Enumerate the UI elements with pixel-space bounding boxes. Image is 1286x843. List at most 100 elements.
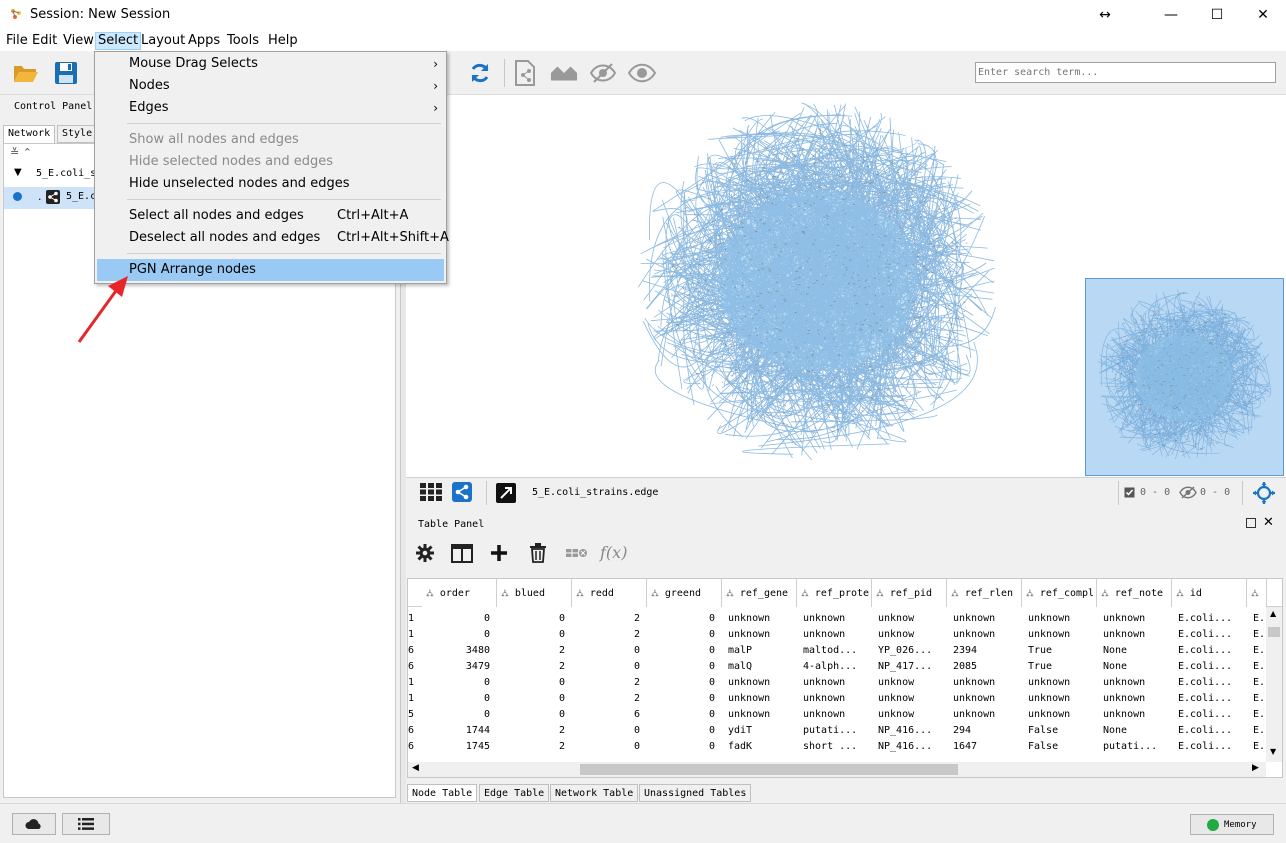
table-cell[interactable]: putati... <box>1103 739 1175 755</box>
menu-help[interactable]: Help <box>266 32 300 50</box>
table-cell[interactable]: 2 <box>497 659 565 675</box>
table-cell[interactable]: 1 <box>408 611 416 627</box>
table-cell[interactable]: NP_416... <box>878 723 950 739</box>
menu-item-select-all[interactable]: Select all nodes and edges Ctrl+Alt+A <box>97 205 444 227</box>
table-cell[interactable]: E. <box>1253 739 1267 755</box>
table-cell[interactable]: 0 <box>647 627 715 643</box>
table-cell[interactable]: 1 <box>408 691 416 707</box>
table-cell[interactable]: 2 <box>497 723 565 739</box>
table-cell[interactable]: unknow <box>878 611 950 627</box>
table-cell[interactable]: unknown <box>1028 627 1100 643</box>
table-cell[interactable]: 2394 <box>953 643 1025 659</box>
table-cell[interactable]: 0 <box>572 643 640 659</box>
close-button[interactable]: ✕ <box>1240 0 1286 30</box>
table-cell[interactable]: NP_417... <box>878 659 950 675</box>
table-cell[interactable]: False <box>1028 739 1100 755</box>
delete-trash-icon[interactable] <box>529 543 547 563</box>
fit-content-icon[interactable] <box>1253 482 1275 504</box>
gear-icon[interactable] <box>416 544 434 562</box>
table-cell[interactable]: 0 <box>647 643 715 659</box>
table-cell[interactable]: 0 <box>647 675 715 691</box>
table-cell[interactable]: fadK <box>728 739 800 755</box>
table-cell[interactable]: None <box>1103 659 1175 675</box>
table-cell[interactable]: E. <box>1253 675 1267 691</box>
table-cell[interactable]: unknown <box>803 611 875 627</box>
table-row[interactable]: 6 3479 2 0 0 malQ 4-alph... NP_417... 2085 True No… <box>408 659 1268 675</box>
search-input[interactable] <box>975 62 1276 83</box>
table-row[interactable]: 1 0 0 2 0 unknown unknown unknow unknown unknown u… <box>408 627 1268 643</box>
task-list-button[interactable] <box>62 813 110 835</box>
menu-item-hide-unselected[interactable]: Hide unselected nodes and edges <box>97 173 444 195</box>
table-cell[interactable]: 6 <box>408 659 416 675</box>
menu-edit[interactable]: Edit <box>30 32 59 50</box>
tab-node-table[interactable]: Node Table <box>407 784 478 802</box>
column-header[interactable]: ⛼ blued <box>497 579 572 607</box>
table-cell[interactable]: E.coli... <box>1178 675 1250 691</box>
table-cell[interactable]: unknow <box>878 707 950 723</box>
table-cell[interactable]: 2 <box>572 627 640 643</box>
table-cell[interactable]: 6 <box>408 739 416 755</box>
table-cell[interactable]: malP <box>728 643 800 659</box>
table-cell[interactable]: 0 <box>497 675 565 691</box>
column-header[interactable]: ⛼ ref_prote <box>797 579 872 607</box>
table-cell[interactable]: E. <box>1253 611 1267 627</box>
menu-select[interactable]: Select <box>95 32 142 50</box>
table-cell[interactable]: 0 <box>497 707 565 723</box>
menu-item-hide-selected[interactable]: Hide selected nodes and edges <box>97 151 444 173</box>
table-cell[interactable]: unknow <box>878 691 950 707</box>
table-cell[interactable]: 0 <box>572 739 640 755</box>
table-cell[interactable]: E.coli... <box>1178 659 1250 675</box>
table-cell[interactable]: 2 <box>497 643 565 659</box>
table-cell[interactable]: unknown <box>953 675 1025 691</box>
column-header[interactable]: ⛼ order <box>422 579 497 607</box>
table-cell[interactable]: short ... <box>803 739 875 755</box>
tab-edge-table[interactable]: Edge Table <box>479 784 550 802</box>
table-cell[interactable]: E. <box>1253 659 1267 675</box>
tab-network-table[interactable]: Network Table <box>550 784 639 802</box>
table-cell[interactable]: 0 <box>572 659 640 675</box>
table-row[interactable]: 1 0 0 2 0 unknown unknown unknow unknown unknown u… <box>408 691 1268 707</box>
table-cell[interactable]: unknown <box>1103 707 1175 723</box>
table-cell[interactable]: 3479 <box>422 659 490 675</box>
horizontal-scroll-thumb[interactable] <box>580 764 958 775</box>
table-cell[interactable]: 1744 <box>422 723 490 739</box>
table-cell[interactable]: 1 <box>408 627 416 643</box>
table-cell[interactable]: unknown <box>1028 611 1100 627</box>
menu-item-mouse-drag-selects[interactable]: Mouse Drag Selects › <box>97 53 444 75</box>
table-cell[interactable]: E. <box>1253 691 1267 707</box>
table-cell[interactable]: unknown <box>803 691 875 707</box>
table-cell[interactable]: unknow <box>878 627 950 643</box>
table-cell[interactable]: E.coli... <box>1178 627 1250 643</box>
new-network-from-selection-button[interactable] <box>511 59 539 87</box>
table-cell[interactable]: None <box>1103 643 1175 659</box>
table-cell[interactable]: unknown <box>953 611 1025 627</box>
expand-collapse-icons[interactable]: ≚ ⌃ <box>10 146 40 160</box>
column-header[interactable]: ⛼ ref_note <box>1097 579 1172 607</box>
table-cell[interactable]: unknown <box>953 707 1025 723</box>
node-table-grid[interactable]: ⛼ order ⛼ blued ⛼ redd ⛼ greend ⛼ ref_gene ⛼ … <box>407 578 1283 778</box>
table-cell[interactable]: 0 <box>647 723 715 739</box>
table-cell[interactable]: 4-alph... <box>803 659 875 675</box>
table-cell[interactable]: 3480 <box>422 643 490 659</box>
network-overview-minimap[interactable] <box>1085 278 1284 476</box>
table-cell[interactable]: maltod... <box>803 643 875 659</box>
show-first-neighbors-button[interactable] <box>550 59 578 87</box>
table-cell[interactable]: unknown <box>1103 691 1175 707</box>
table-cell[interactable]: E.coli... <box>1178 723 1250 739</box>
table-cell[interactable]: unknown <box>1103 611 1175 627</box>
vertical-scroll-thumb[interactable] <box>1268 627 1280 637</box>
column-header[interactable]: ⛼ ref_compl <box>1022 579 1097 607</box>
column-header[interactable]: ⛼ ref_rlen <box>947 579 1022 607</box>
table-cell[interactable]: 0 <box>572 723 640 739</box>
table-cell[interactable]: malQ <box>728 659 800 675</box>
table-cell[interactable]: putati... <box>803 723 875 739</box>
table-cell[interactable]: unknown <box>1028 707 1100 723</box>
table-cell[interactable]: E. <box>1253 707 1267 723</box>
table-cell[interactable]: unknown <box>803 707 875 723</box>
table-cell[interactable]: 2 <box>572 675 640 691</box>
menu-item-show-all-nodes-edges[interactable]: Show all nodes and edges <box>97 129 444 151</box>
table-cell[interactable]: unknown <box>803 627 875 643</box>
table-cell[interactable]: 0 <box>497 691 565 707</box>
hide-selected-button[interactable] <box>589 59 617 87</box>
table-cell[interactable]: 294 <box>953 723 1025 739</box>
